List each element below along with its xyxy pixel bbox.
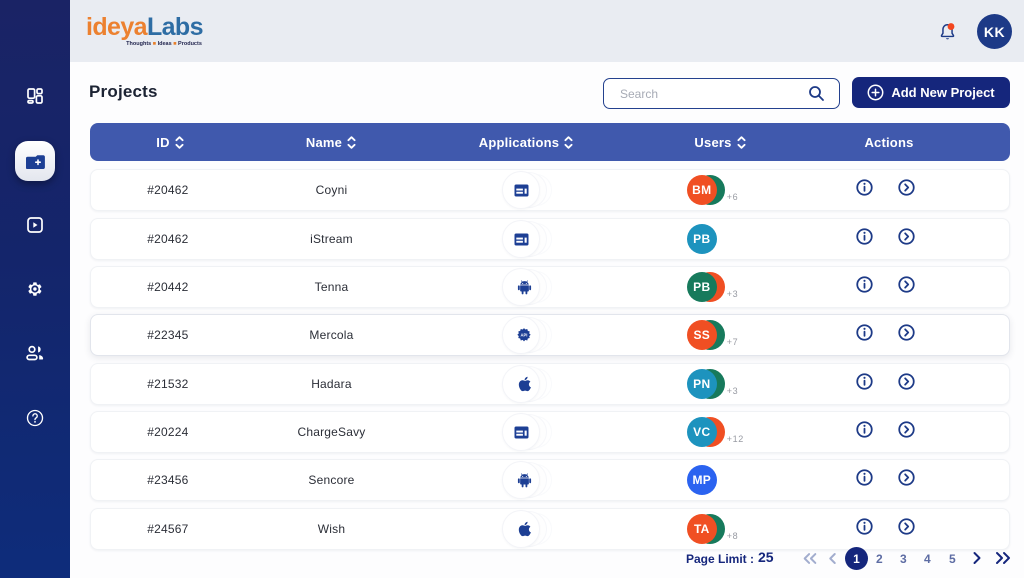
svg-text:API: API: [521, 333, 528, 338]
